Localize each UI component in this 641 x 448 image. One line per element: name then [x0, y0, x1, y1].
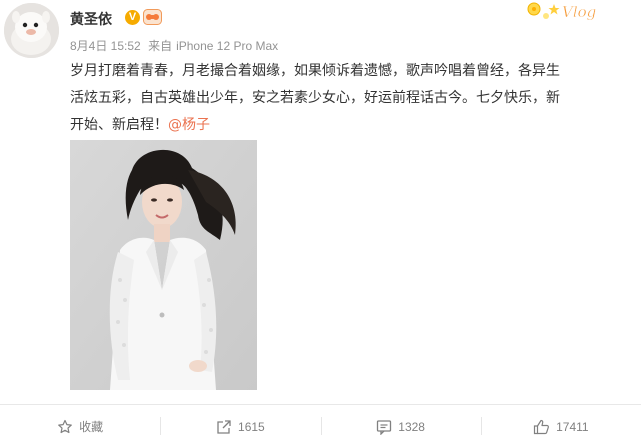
mention-link[interactable]: @杨子	[168, 117, 210, 133]
post-date[interactable]: 8月4日 15:52	[70, 39, 141, 53]
favorite-button[interactable]: 收藏	[0, 405, 160, 448]
username[interactable]: 黄圣依	[70, 9, 112, 29]
post-text-line-last: 开始、新启程！@杨子	[70, 112, 635, 139]
post-source-prefix: 来自	[148, 39, 173, 53]
post-photo[interactable]	[70, 140, 257, 390]
comment-count: 1328	[398, 419, 425, 434]
avatar[interactable]	[4, 3, 59, 58]
vlog-sticker-text: Vlog	[562, 3, 596, 21]
repost-button[interactable]: 1615	[160, 405, 320, 448]
action-bar: 收藏 1615 1328 17411	[0, 405, 641, 448]
vlog-sticker-icon: Vlog	[527, 2, 596, 21]
post-source-device: iPhone 12 Pro Max	[176, 39, 279, 53]
post-text-line: 开始、新启程！	[70, 117, 168, 133]
comment-button[interactable]: 1328	[320, 405, 481, 448]
post-text-line: 岁月打磨着青春，月老撮合着姻缘，如果倾诉着遗憾，歌声吟唱着曾经，各异生	[70, 63, 560, 79]
post-content: 岁月打磨着青春，月老撮合着姻缘，如果倾诉着遗憾，歌声吟唱着曾经，各异生 活炫五彩…	[70, 58, 635, 139]
avatar-image	[4, 3, 59, 58]
favorite-label: 收藏	[79, 420, 104, 434]
repost-icon	[217, 419, 231, 434]
post-meta: 8月4日 15:52 来自 iPhone 12 Pro Max	[70, 37, 282, 54]
fan-badge-icon[interactable]	[143, 9, 162, 25]
thumbs-up-icon	[534, 419, 550, 434]
comment-icon	[377, 419, 392, 435]
like-count: 17411	[556, 419, 589, 434]
like-button[interactable]: 17411	[480, 405, 641, 448]
verified-badge-icon: V	[125, 10, 140, 25]
star-icon	[58, 419, 73, 433]
post-photo-image	[70, 140, 257, 390]
post-text-line: 活炫五彩，自古英雄出少年，安之若素少女心，好运前程话古今。七夕快乐，新	[70, 90, 560, 106]
repost-count: 1615	[238, 419, 265, 434]
